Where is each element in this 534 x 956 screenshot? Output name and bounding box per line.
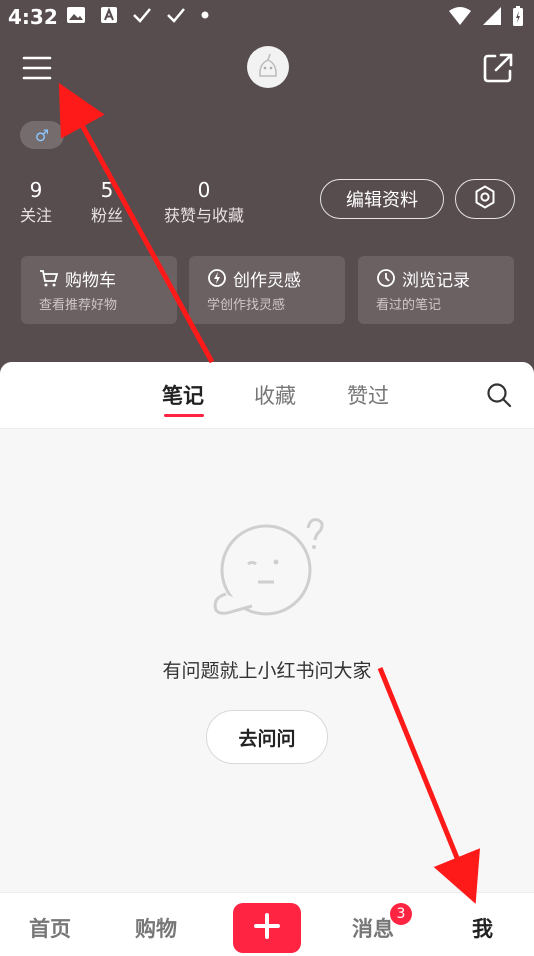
status-bar: 4:32 [0,0,534,34]
gallery-notification-icon [66,6,86,24]
empty-state-illustration [208,512,332,622]
likes-collections-count: 0 [197,178,211,202]
tab-liked[interactable]: 赞过 [347,380,389,410]
following-stat[interactable]: 9 关注 [20,178,52,228]
profile-top-bar [0,34,534,100]
shopping-cart-card[interactable]: 购物车 查看推荐好物 [21,256,177,324]
nav-shop[interactable]: 购物 [135,913,177,943]
male-icon: ♂ [34,125,50,145]
ask-button[interactable]: 去问问 [206,710,328,764]
followers-stat[interactable]: 5 粉丝 [90,178,124,228]
creation-inspiration-card[interactable]: 创作灵感 学创作找灵感 [189,256,345,324]
check-notification-icon [132,7,152,23]
following-count: 9 [29,178,43,202]
tab-collections[interactable]: 收藏 [254,380,296,410]
card-title: 浏览记录 [402,271,470,291]
share-button[interactable] [480,50,516,86]
card-subtitle: 查看推荐好物 [39,298,118,313]
tab-notes[interactable]: 笔记 [162,380,204,410]
followers-count: 5 [100,178,114,202]
following-label: 关注 [20,206,53,225]
signal-icon [482,6,502,26]
content-tabs: 笔记 收藏 赞过 [0,362,534,429]
plus-icon [253,912,281,944]
card-subtitle: 看过的笔记 [376,298,442,313]
avatar[interactable] [247,46,289,88]
lightning-icon [207,268,227,294]
content-sheet: 笔记 收藏 赞过 有问题就上小红书问大家 去问问 [0,362,534,892]
browsing-history-card[interactable]: 浏览记录 看过的笔记 [358,256,514,324]
create-post-button[interactable] [233,903,301,953]
battery-charging-icon [512,5,524,27]
gender-badge: ♂ [20,121,64,149]
nav-home[interactable]: 首页 [29,913,71,943]
settings-button[interactable] [455,179,515,219]
menu-button[interactable] [18,50,58,86]
nav-me[interactable]: 我 [472,913,493,943]
font-notification-icon [100,6,118,24]
card-subtitle: 学创作找灵感 [207,298,286,313]
wifi-icon [448,6,472,26]
followers-label: 粉丝 [90,206,123,225]
likes-collections-label: 获赞与收藏 [163,206,244,225]
search-icon [486,383,512,412]
more-notifications-dot-icon [200,10,210,20]
card-title: 创作灵感 [233,271,301,291]
cart-icon [39,268,59,294]
empty-state-message: 有问题就上小红书问大家 [162,660,372,682]
active-tab-indicator [164,414,204,417]
messages-badge: 3 [390,903,412,925]
nav-messages[interactable]: 消息 [352,913,394,943]
card-title: 购物车 [65,271,116,291]
check-notification-icon [166,7,186,23]
bottom-navigation: 首页 购物 消息 3 我 [0,892,534,956]
search-button[interactable] [486,382,512,408]
gear-icon [472,184,498,214]
edit-profile-button[interactable]: 编辑资料 [320,179,444,219]
status-time: 4:32 [8,5,58,29]
likes-collections-stat[interactable]: 0 获赞与收藏 [162,178,246,228]
clock-icon [376,268,396,294]
